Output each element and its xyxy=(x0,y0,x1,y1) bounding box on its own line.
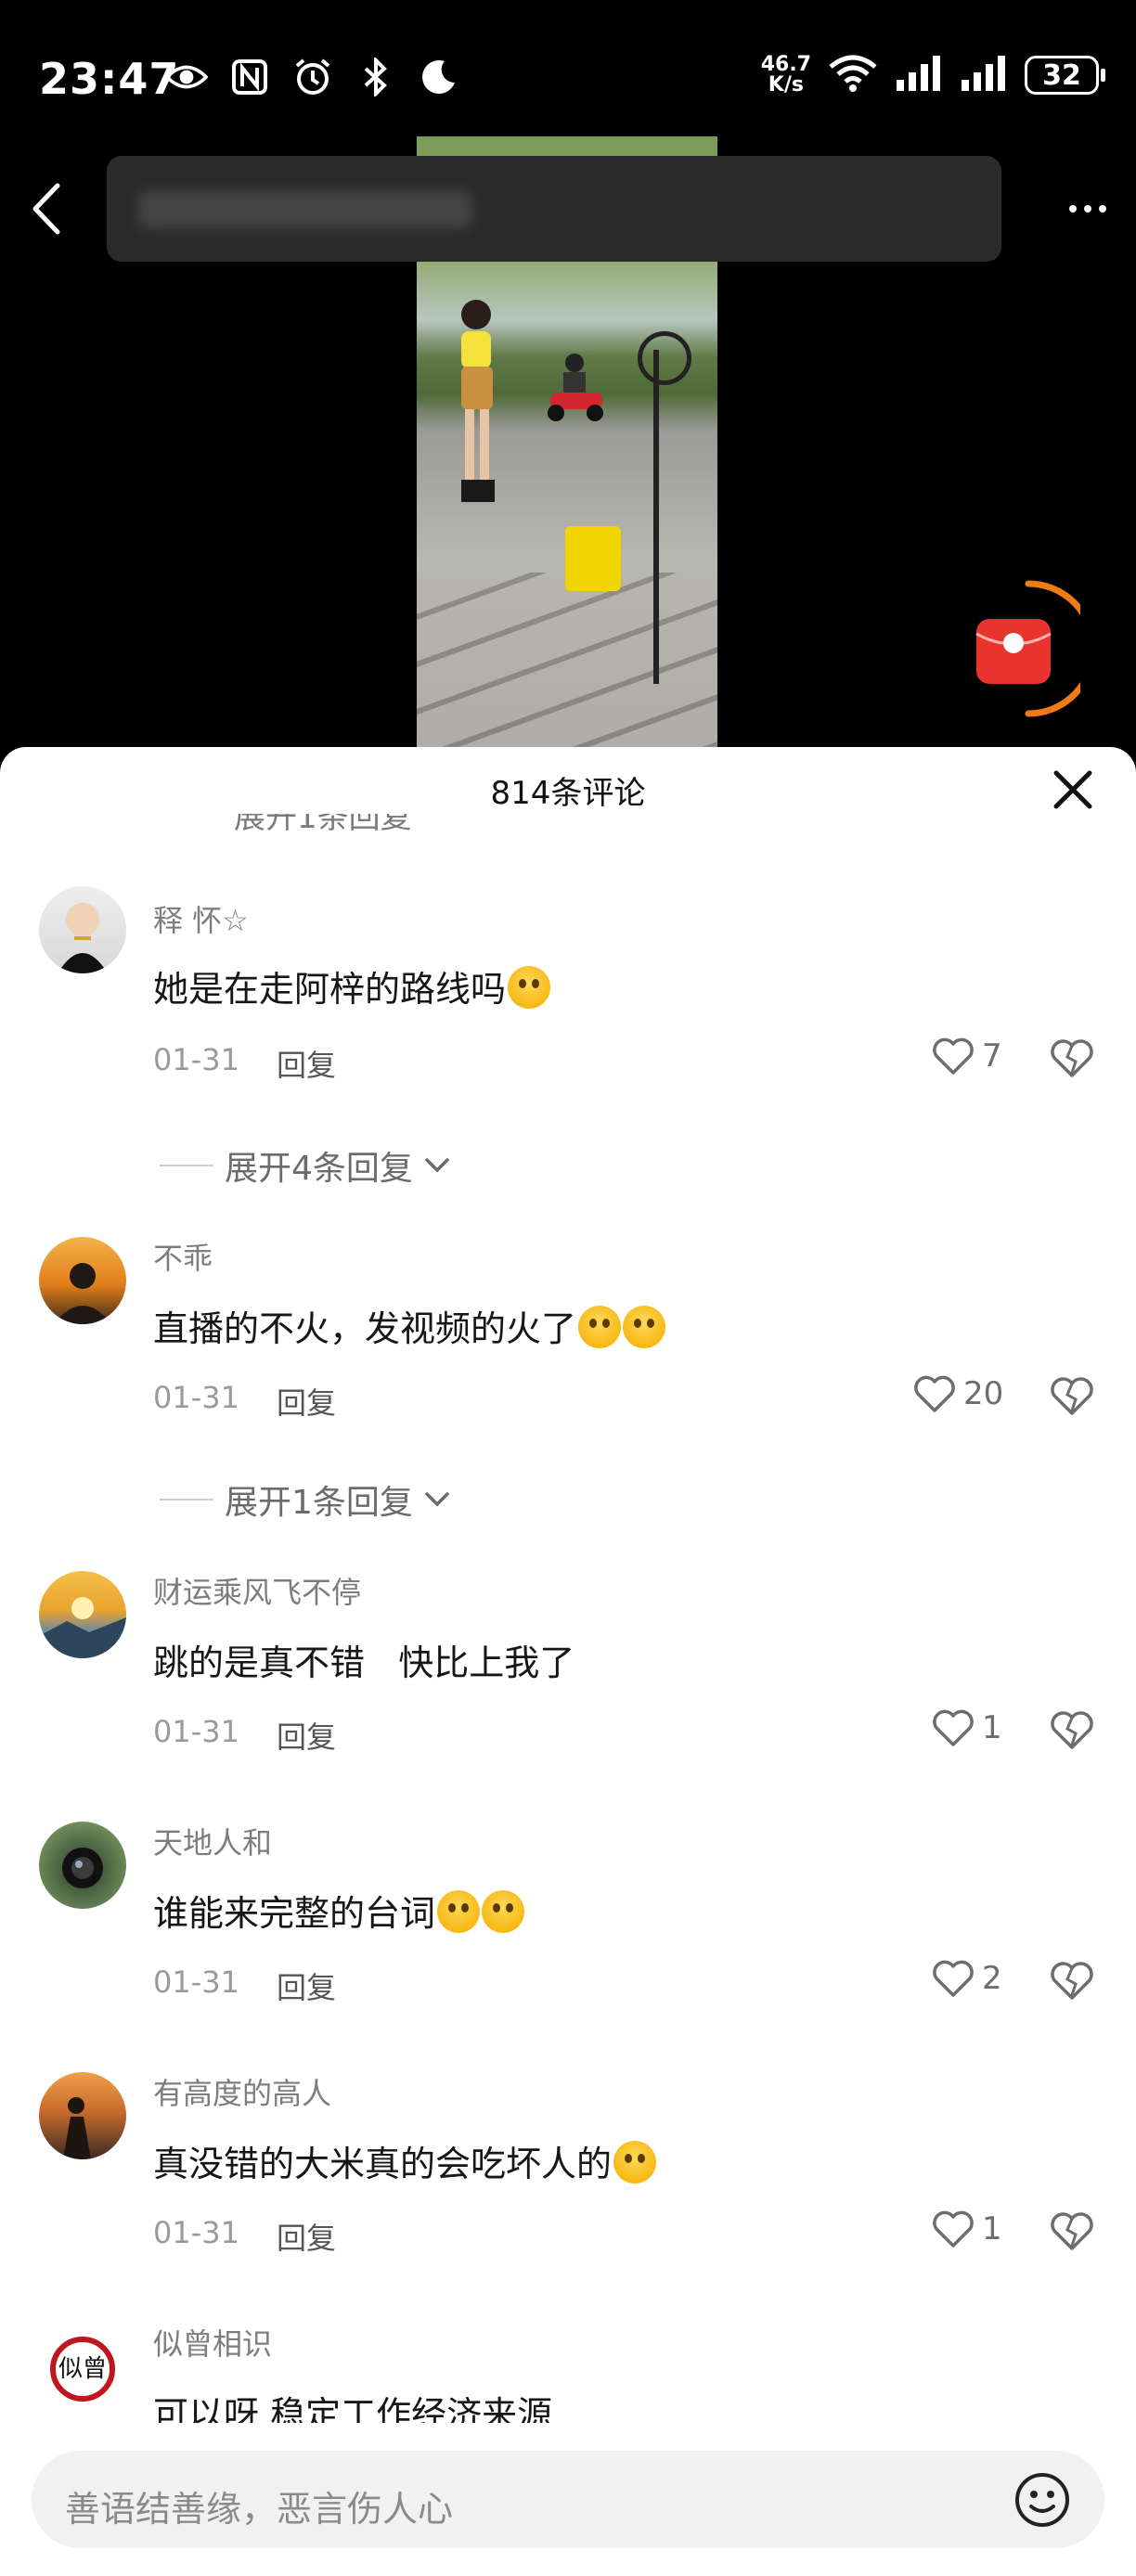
video-top-bar xyxy=(0,148,1136,269)
comment-text: 跳的是真不错 快比上我了 xyxy=(153,1642,575,1683)
yellow-bag xyxy=(565,526,621,591)
wifi-icon xyxy=(828,54,878,97)
more-options-button[interactable] xyxy=(1058,186,1117,232)
reply-button[interactable]: 回复 xyxy=(277,1964,336,2007)
comment-date: 01-31 xyxy=(153,1714,239,1749)
like-button[interactable]: 20 xyxy=(913,1374,1003,1413)
dislike-button[interactable] xyxy=(1049,1708,1095,1751)
like-button[interactable]: 1 xyxy=(932,2209,1002,2248)
flushed-face-emoji xyxy=(508,966,551,1009)
expand-replies-link[interactable]: 展开1条回复 xyxy=(160,1475,450,1524)
avatar[interactable]: 似曾 xyxy=(39,2323,126,2410)
expand-replies-link[interactable]: 展开4条回复 xyxy=(160,1141,450,1190)
reply-button[interactable]: 回复 xyxy=(277,1042,336,1085)
scooter xyxy=(548,354,603,421)
dancer-figure xyxy=(461,300,495,502)
broken-heart-icon xyxy=(1051,1039,1093,1077)
dislike-button[interactable] xyxy=(1049,2209,1095,2252)
rolling-laughing-emoji xyxy=(613,2141,657,2183)
heart-icon xyxy=(914,1375,955,1412)
reply-button[interactable]: 回复 xyxy=(277,1714,336,1757)
moon-icon xyxy=(418,58,460,97)
grin-sweat-emoji xyxy=(578,1306,622,1348)
avatar[interactable] xyxy=(39,886,126,973)
reply-button[interactable]: 回复 xyxy=(277,2215,336,2258)
comment-text: 直播的不火，发视频的火了 xyxy=(153,1300,666,1351)
like-count: 7 xyxy=(982,1037,1002,1075)
signal-icon xyxy=(895,54,943,97)
svg-text:似曾: 似曾 xyxy=(58,2355,107,2383)
like-count: 1 xyxy=(982,1709,1002,1746)
signal-icon-2 xyxy=(960,54,1008,97)
flushed-face-emoji xyxy=(482,1890,525,1933)
like-count: 20 xyxy=(963,1375,1004,1412)
comment-username[interactable]: 有高度的高人 xyxy=(153,2070,331,2113)
grin-sweat-emoji xyxy=(623,1306,666,1348)
chevron-down-icon xyxy=(425,1158,449,1173)
comment-input-bar: 善语结善缘，恶言伤人心 xyxy=(0,2423,1136,2576)
dislike-button[interactable] xyxy=(1049,1037,1095,1079)
like-button[interactable]: 2 xyxy=(932,1959,1002,1998)
status-bar: 23:47 46.7 K/s 32 xyxy=(0,0,1136,130)
bluetooth-icon xyxy=(355,58,397,97)
like-button[interactable]: 7 xyxy=(932,1037,1002,1075)
battery-icon: 32 xyxy=(1025,56,1105,95)
comment-text: 谁能来完整的台词 xyxy=(153,1885,525,1936)
heart-icon xyxy=(933,2210,974,2248)
comment-date: 01-31 xyxy=(153,1042,239,1077)
like-button[interactable]: 1 xyxy=(932,1708,1002,1747)
smiley-icon[interactable] xyxy=(1013,2471,1071,2529)
video-title-pill[interactable] xyxy=(107,156,1001,262)
comment-date: 01-31 xyxy=(153,1964,239,2000)
back-button[interactable] xyxy=(20,176,76,241)
nfc-icon xyxy=(228,58,271,97)
broken-heart-icon xyxy=(1051,1711,1093,1749)
more-dots-icon xyxy=(1069,205,1077,213)
red-packet-button[interactable] xyxy=(971,580,1097,717)
comment-date: 01-31 xyxy=(153,1380,239,1415)
alarm-icon xyxy=(291,58,334,97)
broken-heart-icon xyxy=(1051,1962,1093,2000)
close-icon[interactable] xyxy=(1049,766,1097,814)
like-count: 2 xyxy=(982,1960,1002,1997)
broken-heart-icon xyxy=(1051,2212,1093,2250)
avatar[interactable] xyxy=(39,1822,126,1909)
comment-username[interactable]: 财运乘风飞不停 xyxy=(153,1569,361,1612)
comment-date: 01-31 xyxy=(153,2215,239,2250)
eye-icon xyxy=(165,58,208,97)
comment-text: 她是在走阿梓的路线吗 xyxy=(153,960,551,1011)
comment-username[interactable]: 天地人和 xyxy=(153,1820,272,1862)
reply-button[interactable]: 回复 xyxy=(277,1380,336,1423)
comment-sheet: 814条评论 展开1条回复 释 怀☆ 她是在走阿梓的路线吗 01-31 回复 7… xyxy=(0,747,1136,2576)
flushed-face-emoji xyxy=(437,1890,481,1933)
dislike-button[interactable] xyxy=(1049,1374,1095,1417)
heart-icon xyxy=(933,1709,974,1746)
like-count: 1 xyxy=(982,2210,1002,2248)
comment-text: 真没错的大米真的会吃坏人的 xyxy=(153,2135,657,2186)
chevron-down-icon xyxy=(425,1492,449,1507)
ring-light xyxy=(638,331,691,385)
comment-username[interactable]: 不乖 xyxy=(153,1235,213,1278)
blurred-title xyxy=(138,191,472,228)
comment-count-title: 814条评论 xyxy=(490,775,646,812)
broken-heart-icon xyxy=(1051,1377,1093,1415)
dislike-button[interactable] xyxy=(1049,1959,1095,2002)
input-placeholder: 善语结善缘，恶言伤人心 xyxy=(65,2489,454,2530)
comment-username[interactable]: 似曾相识 xyxy=(153,2321,272,2363)
comment-input[interactable]: 善语结善缘，恶言伤人心 xyxy=(32,2451,1104,2548)
avatar[interactable] xyxy=(39,2072,126,2159)
clock: 23:47 xyxy=(39,54,180,104)
network-speed: 46.7 K/s xyxy=(760,53,811,97)
video-ground xyxy=(417,573,717,749)
avatar[interactable] xyxy=(39,1237,126,1324)
heart-icon xyxy=(933,1037,974,1075)
light-stand xyxy=(653,350,659,684)
avatar[interactable] xyxy=(39,1571,126,1658)
heart-icon xyxy=(933,1960,974,1997)
comment-username[interactable]: 释 怀☆ xyxy=(153,897,249,940)
